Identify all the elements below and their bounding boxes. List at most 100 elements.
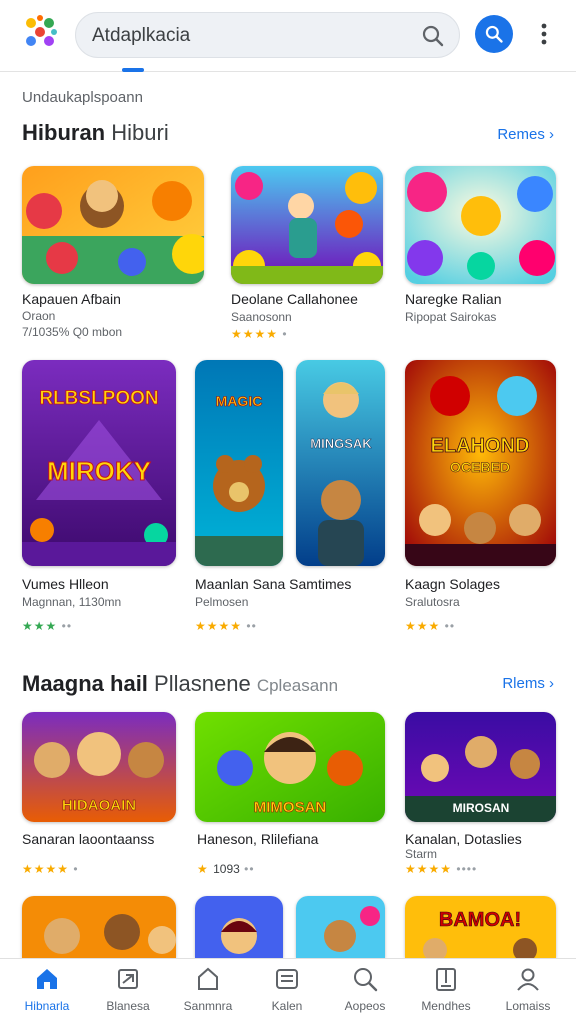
app-card-image[interactable]: MAGIC	[195, 360, 283, 566]
app-rating: ★★★★ •	[22, 862, 79, 876]
home-icon	[37, 969, 57, 989]
game-artwork-icon	[22, 166, 204, 284]
game-artwork-icon: ELAHOND OCEBED	[405, 360, 556, 566]
app-title[interactable]: Naregke Ralian	[405, 291, 502, 307]
games-icon	[118, 969, 138, 989]
app-rating: ★★★ ••	[405, 619, 456, 633]
tile-text: BAMOA!	[439, 909, 521, 931]
nav-item-games[interactable]: Blanesa	[88, 965, 168, 1023]
nav-item-library[interactable]: Mendhes	[406, 965, 486, 1023]
section-title-entertainment: Hiburan Hiburi	[22, 120, 169, 146]
game-artwork-icon	[296, 896, 385, 958]
game-artwork-icon: HIDAOAIN	[22, 712, 176, 822]
section-title-light: Hiburi	[111, 120, 169, 145]
app-subtitle: Oraon	[22, 309, 56, 323]
game-artwork-icon: BAMOA!	[405, 896, 556, 958]
game-artwork-icon	[22, 896, 176, 958]
app-card-image[interactable]	[231, 166, 383, 284]
app-card-image[interactable]	[22, 166, 204, 284]
tile-text: MAGIC	[216, 393, 263, 409]
nav-label: Aopeos	[344, 999, 386, 1013]
section-title-bold: Maagna hail	[22, 671, 148, 696]
app-title[interactable]: Maanlan Sana Samtimes	[195, 576, 351, 592]
game-artwork-icon: MIROSAN	[405, 712, 556, 822]
nav-label: Sanmnra	[183, 999, 233, 1013]
search-input[interactable]: Atdaplkacia	[92, 25, 190, 47]
game-artwork-icon: MIMOSAN	[195, 712, 385, 822]
app-card-image[interactable]: BAMOA!	[405, 896, 556, 958]
section-title-light: Pllasnene	[154, 671, 251, 696]
game-artwork-icon: RLBSLPOON MIROKY	[22, 360, 176, 566]
rating-stars: ★★★★	[22, 862, 70, 876]
nav-item-books[interactable]: Kalen	[247, 965, 327, 1023]
see-more-link[interactable]: Remes ›	[497, 126, 554, 143]
app-card-image[interactable]	[22, 896, 176, 958]
app-card-image[interactable]	[296, 896, 385, 958]
app-title[interactable]: Sanaran laoontaanss	[22, 831, 154, 847]
rating-stars: ★	[197, 862, 209, 876]
app-card-image[interactable]	[195, 896, 283, 958]
app-title[interactable]: Kaagn Solages	[405, 576, 500, 592]
app-title[interactable]: Kanalan, Dotaslies	[405, 831, 522, 847]
nav-item-apps[interactable]: Sanmnra	[168, 965, 248, 1023]
game-artwork-icon: MINGSAK	[296, 360, 385, 566]
game-artwork-icon: MAGIC	[195, 360, 283, 566]
apps-icon	[198, 967, 218, 990]
game-artwork-icon	[405, 166, 556, 284]
app-rating: ★★★ ••	[22, 619, 73, 633]
section-title-bold: Hiburan	[22, 120, 106, 145]
rating-count: 1093	[213, 862, 240, 876]
account-icon	[517, 968, 539, 991]
rating-stars: ★★★	[405, 619, 441, 633]
tile-text: OCEBED	[450, 459, 510, 475]
rating-stars: ★★★★	[405, 862, 453, 876]
tile-text: MIROSAN	[453, 801, 510, 815]
app-card-image[interactable]: MIROSAN	[405, 712, 556, 822]
app-logo-icon[interactable]	[20, 12, 60, 52]
app-rating: ★ 1093 ••	[197, 862, 255, 876]
tab-indicator	[122, 68, 144, 72]
app-title[interactable]: Deolane Callahonee	[231, 291, 358, 307]
app-card-image[interactable]: RLBSLPOON MIROKY	[22, 360, 176, 566]
more-options-button[interactable]	[530, 18, 558, 50]
search-submit-button[interactable]	[475, 15, 513, 53]
app-card-image[interactable]: HIDAOAIN	[22, 712, 176, 822]
page-subtitle: Undaukaplspoann	[22, 89, 143, 106]
app-subtitle: Magnnan, 1130mn	[22, 595, 122, 609]
bottom-navigation: Hibnarla Blanesa Sanmnra Kalen Aopeos Me…	[0, 958, 576, 1024]
app-card-image[interactable]: MINGSAK	[296, 360, 385, 566]
tile-text: ELAHOND	[431, 435, 530, 457]
app-rating: ★★★★ ••••	[405, 862, 478, 876]
app-subtitle: Saanosonn	[231, 310, 292, 324]
app-card-image[interactable]	[405, 166, 556, 284]
rating-stars: ★★★	[22, 619, 58, 633]
nav-item-account[interactable]: Lomaiss	[488, 965, 568, 1023]
magnifier-icon	[485, 25, 503, 43]
tile-text: MIROKY	[47, 456, 151, 486]
app-subtitle: Sralutosra	[405, 595, 460, 609]
app-rating: ★★★★ •	[231, 327, 288, 341]
top-bar: Atdaplkacia	[0, 0, 576, 72]
nav-label: Kalen	[271, 999, 303, 1013]
section-title-recommended: Maagna hail Pllasnene Cpleasann	[22, 671, 338, 697]
rating-stars: ★★★★	[231, 327, 279, 341]
search-icon[interactable]	[421, 24, 445, 48]
app-title[interactable]: Kapauen Afbain	[22, 291, 121, 307]
app-meta: 7/1035% Q0 mbon	[22, 325, 123, 339]
tile-text: RLBSLPOON	[39, 388, 158, 409]
app-title[interactable]: Vumes Hlleon	[22, 576, 109, 592]
app-title[interactable]: Haneson, Rlilefiana	[197, 831, 318, 847]
app-card-image[interactable]: ELAHOND OCEBED	[405, 360, 556, 566]
tile-text: MINGSAK	[310, 436, 372, 451]
nav-item-home[interactable]: Hibnarla	[7, 965, 87, 1023]
search-icon	[354, 968, 378, 992]
more-vert-icon	[541, 23, 547, 45]
nav-item-search[interactable]: Aopeos	[325, 965, 405, 1023]
app-subtitle: Ripopat Sairokas	[405, 310, 497, 324]
app-card-image[interactable]: MIMOSAN	[195, 712, 385, 822]
see-more-link[interactable]: Rlems ›	[502, 675, 554, 692]
app-subtitle: Pelmosen	[195, 595, 249, 609]
search-bar[interactable]: Atdaplkacia	[75, 12, 460, 58]
books-icon	[276, 969, 298, 989]
section-title-extra: Cpleasann	[256, 676, 339, 695]
